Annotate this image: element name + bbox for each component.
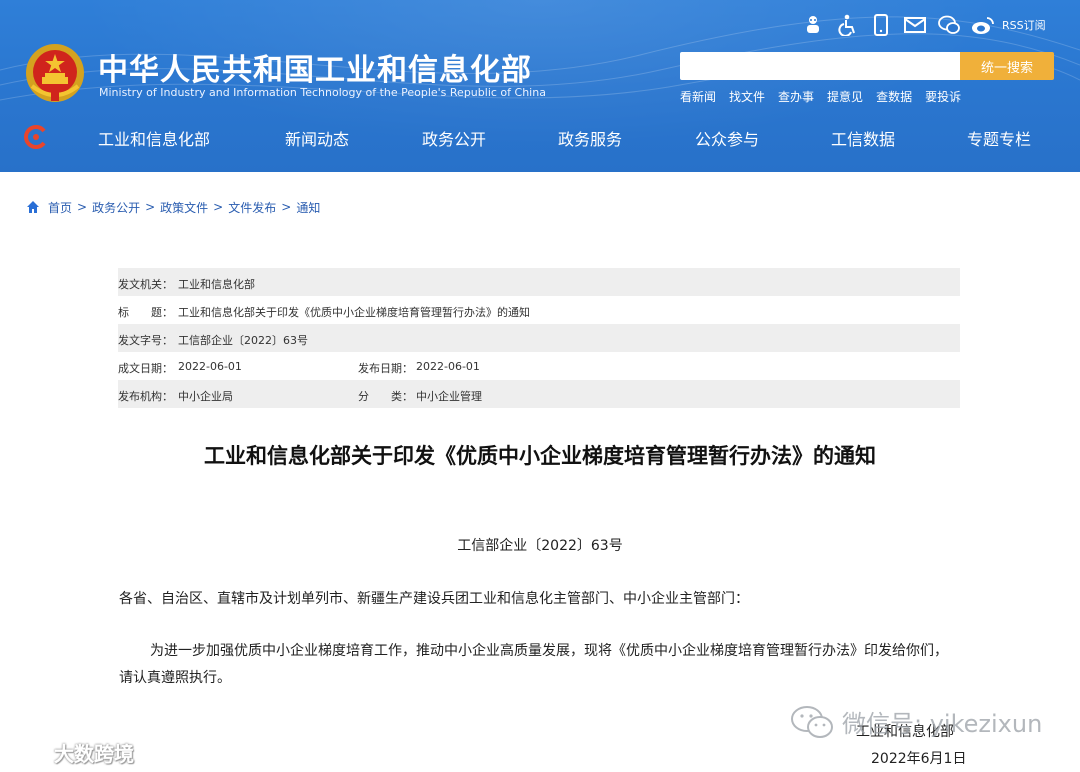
quick-link-feedback[interactable]: 提意见 bbox=[827, 88, 863, 105]
created-date-label: 成文日期： bbox=[118, 362, 173, 375]
nav-item-gov-affairs[interactable]: 政务公开 bbox=[422, 126, 486, 150]
breadcrumb-file-release[interactable]: 文件发布 bbox=[228, 199, 276, 216]
nav-item-public-participation[interactable]: 公众参与 bbox=[695, 126, 759, 150]
wechat-watermark: 微信号: yikezixun bbox=[790, 704, 1042, 739]
nav-item-gov-services[interactable]: 政务服务 bbox=[558, 126, 622, 150]
rss-subscribe-link[interactable]: RSS订阅 bbox=[1002, 17, 1046, 33]
site-subtitle: Ministry of Industry and Information Tec… bbox=[99, 86, 546, 99]
breadcrumb-separator: > bbox=[145, 200, 156, 214]
main-nav: 工业和信息化部 新闻动态 政务公开 政务服务 公众参与 工信数据 专题专栏 bbox=[0, 118, 1080, 158]
published-date-value: 2022-06-01 bbox=[416, 360, 480, 373]
created-date-value: 2022-06-01 bbox=[178, 360, 242, 373]
breadcrumb-gov-affairs[interactable]: 政务公开 bbox=[92, 199, 140, 216]
quick-link-files[interactable]: 找文件 bbox=[729, 88, 765, 105]
breadcrumb-home[interactable]: 首页 bbox=[48, 199, 72, 216]
article-title: 工业和信息化部关于印发《优质中小企业梯度培育管理暂行办法》的通知 bbox=[204, 444, 876, 468]
title-value: 工业和信息化部关于印发《优质中小企业梯度培育管理暂行办法》的通知 bbox=[178, 306, 530, 319]
breadcrumb-notice[interactable]: 通知 bbox=[296, 199, 320, 216]
meta-row-doc-number: 发文字号： 工信部企业〔2022〕63号 bbox=[118, 324, 960, 352]
wechat-watermark-icon bbox=[791, 705, 833, 738]
quick-links: 看新闻 找文件 查办事 提意见 查数据 要投诉 bbox=[680, 88, 974, 105]
agency-label: 发布机构： bbox=[118, 390, 173, 403]
weibo-watermark: 大数跨境 bbox=[8, 738, 134, 767]
nav-item-topics[interactable]: 专题专栏 bbox=[967, 126, 1031, 150]
weibo-icon[interactable] bbox=[970, 13, 996, 37]
national-emblem-icon bbox=[26, 44, 84, 102]
nav-item-news[interactable]: 新闻动态 bbox=[285, 126, 349, 150]
accessibility-icon[interactable] bbox=[834, 13, 860, 37]
mobile-phone-icon[interactable] bbox=[868, 13, 894, 37]
title-label: 标 题： bbox=[118, 306, 173, 319]
nav-item-data[interactable]: 工信数据 bbox=[831, 126, 895, 150]
breadcrumb-separator: > bbox=[281, 200, 292, 214]
breadcrumb-separator: > bbox=[77, 200, 88, 214]
quick-link-complaint[interactable]: 要投诉 bbox=[925, 88, 961, 105]
wechat-watermark-text: 微信号: yikezixun bbox=[842, 710, 1043, 738]
site-title: 中华人民共和国工业和信息化部 bbox=[98, 53, 532, 88]
doc-number-value: 工信部企业〔2022〕63号 bbox=[178, 334, 308, 347]
weibo-watermark-text: 大数跨境 bbox=[54, 742, 134, 766]
site-header: 中华人民共和国工业和信息化部 Ministry of Industry and … bbox=[0, 0, 1080, 172]
issuer-label: 发文机关： bbox=[118, 278, 173, 291]
wechat-icon[interactable] bbox=[936, 13, 962, 37]
meta-row-dates: 成文日期： 2022-06-01 发布日期： 2022-06-01 bbox=[118, 352, 960, 380]
document-meta-table: 发文机关： 工业和信息化部 标 题： 工业和信息化部关于印发《优质中小企业梯度培… bbox=[118, 268, 960, 408]
signature-date: 2022年6月1日 bbox=[871, 751, 967, 767]
home-icon bbox=[27, 201, 39, 213]
agency-value: 中小企业局 bbox=[178, 390, 233, 403]
breadcrumb-separator: > bbox=[213, 200, 224, 214]
published-date-label: 发布日期： bbox=[358, 362, 413, 375]
breadcrumb: 首页 > 政务公开 > 政策文件 > 文件发布 > 通知 bbox=[26, 198, 320, 216]
quick-link-news[interactable]: 看新闻 bbox=[680, 88, 716, 105]
article-doc-number: 工信部企业〔2022〕63号 bbox=[457, 538, 623, 554]
quick-link-data[interactable]: 查数据 bbox=[876, 88, 912, 105]
search-input[interactable] bbox=[680, 52, 960, 80]
mail-icon[interactable] bbox=[902, 13, 928, 37]
meta-row-title: 标 题： 工业和信息化部关于印发《优质中小企业梯度培育管理暂行办法》的通知 bbox=[118, 296, 960, 324]
search-button[interactable]: 统一搜索 bbox=[960, 52, 1054, 80]
meta-row-issuer: 发文机关： 工业和信息化部 bbox=[118, 268, 960, 296]
utility-icons: RSS订阅 bbox=[800, 12, 1046, 38]
weibo-watermark-icon bbox=[9, 744, 44, 764]
nav-item-ministry[interactable]: 工业和信息化部 bbox=[98, 126, 210, 150]
robot-assistant-icon[interactable] bbox=[800, 13, 826, 37]
quick-link-services[interactable]: 查办事 bbox=[778, 88, 814, 105]
category-label: 分 类： bbox=[358, 390, 413, 403]
issuer-value: 工业和信息化部 bbox=[178, 278, 255, 291]
miit-logo-icon bbox=[24, 125, 46, 149]
article-addressee: 各省、自治区、直辖市及计划单列市、新疆生产建设兵团工业和信息化主管部门、中小企业… bbox=[119, 591, 749, 607]
meta-row-agency: 发布机构： 中小企业局 分 类： 中小企业管理 bbox=[118, 380, 960, 408]
category-value: 中小企业管理 bbox=[416, 390, 482, 403]
article-body: 为进一步加强优质中小企业梯度培育工作，推动中小企业高质量发展，现将《优质中小企业… bbox=[119, 643, 948, 686]
breadcrumb-policy-files[interactable]: 政策文件 bbox=[160, 199, 208, 216]
doc-number-label: 发文字号： bbox=[118, 334, 173, 347]
